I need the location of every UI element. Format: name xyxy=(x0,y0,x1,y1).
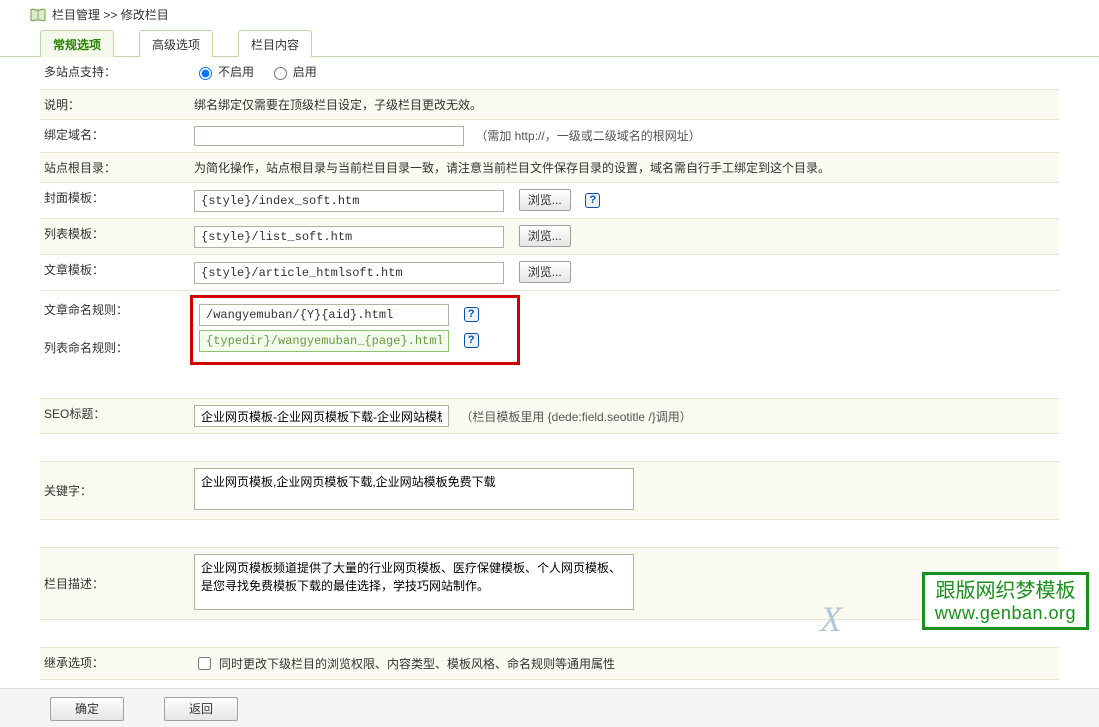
inherit-text: 同时更改下级栏目的浏览权限、内容类型、模板风格、命名规则等通用属性 xyxy=(219,655,615,672)
label-description: 栏目描述： xyxy=(40,548,190,620)
breadcrumb-main: 栏目管理 xyxy=(52,8,100,22)
article-rule-input[interactable] xyxy=(199,304,449,326)
confirm-button[interactable]: 确定 xyxy=(50,697,124,721)
label-article-rule: 文章命名规则： xyxy=(40,290,190,335)
tabs-row: 常规选项 高级选项 栏目内容 xyxy=(0,29,1099,57)
browse-cover-button[interactable]: 浏览... xyxy=(519,189,571,211)
label-cover-tpl: 封面模板： xyxy=(40,182,190,218)
form-table: 多站点支持： 不启用 启用 说明： 绑名绑定仅需要在顶级栏目设定，子级栏目更改无… xyxy=(40,57,1059,680)
label-list-rule: 列表命名规则： xyxy=(40,335,190,371)
radio-disable[interactable] xyxy=(199,67,212,80)
genban-badge: 跟版网织梦模板 www.genban.org xyxy=(922,572,1089,630)
help-icon[interactable]: ? xyxy=(464,333,479,348)
help-icon[interactable]: ? xyxy=(585,193,600,208)
label-article-tpl: 文章模板： xyxy=(40,254,190,290)
bottom-bar: 确定 返回 xyxy=(0,688,1099,727)
help-icon[interactable]: ? xyxy=(464,307,479,322)
tab-advanced-options[interactable]: 高级选项 xyxy=(139,30,213,57)
label-list-tpl: 列表模板： xyxy=(40,218,190,254)
bind-domain-input[interactable] xyxy=(194,126,464,146)
description-textarea[interactable] xyxy=(194,554,634,610)
label-keywords: 关键字： xyxy=(40,462,190,520)
breadcrumb: 栏目管理 >> 修改栏目 xyxy=(52,6,169,23)
list-tpl-input[interactable] xyxy=(194,226,504,248)
book-icon xyxy=(30,8,46,22)
radio-enable-wrap[interactable]: 启用 xyxy=(269,63,317,80)
label-multisite: 多站点支持： xyxy=(40,57,190,89)
inherit-checkbox[interactable] xyxy=(198,657,211,670)
breadcrumb-bar: 栏目管理 >> 修改栏目 xyxy=(0,0,1099,29)
radio-enable[interactable] xyxy=(274,67,287,80)
cover-tpl-input[interactable] xyxy=(194,190,504,212)
note-text: 绑名绑定仅需要在顶级栏目设定，子级栏目更改无效。 xyxy=(190,89,1059,119)
radio-enable-label: 启用 xyxy=(293,63,317,80)
breadcrumb-sub: 修改栏目 xyxy=(121,8,169,22)
domain-hint: （需加 http://，一级或二级域名的根网址） xyxy=(475,129,700,143)
tab-normal-options[interactable]: 常规选项 xyxy=(40,30,114,57)
watermark-text: X xyxy=(820,598,842,640)
label-site-root: 站点根目录： xyxy=(40,152,190,182)
tab-column-content[interactable]: 栏目内容 xyxy=(238,30,312,57)
highlight-box: ? ? xyxy=(190,295,520,365)
browse-list-button[interactable]: 浏览... xyxy=(519,225,571,247)
label-note: 说明： xyxy=(40,89,190,119)
inherit-checkbox-wrap[interactable]: 同时更改下级栏目的浏览权限、内容类型、模板风格、命名规则等通用属性 xyxy=(194,654,615,673)
article-tpl-input[interactable] xyxy=(194,262,504,284)
seo-title-input[interactable] xyxy=(194,405,449,427)
badge-line2: www.genban.org xyxy=(935,603,1076,625)
list-rule-input[interactable] xyxy=(199,330,449,352)
seo-hint: （栏目模板里用 {dede:field.seotitle /}调用） xyxy=(460,410,691,424)
label-seo-title: SEO标题： xyxy=(40,399,190,434)
breadcrumb-sep: >> xyxy=(103,8,117,22)
browse-article-button[interactable]: 浏览... xyxy=(519,261,571,283)
radio-disable-label: 不启用 xyxy=(218,63,254,80)
keywords-textarea[interactable] xyxy=(194,468,634,510)
back-button[interactable]: 返回 xyxy=(164,697,238,721)
radio-disable-wrap[interactable]: 不启用 xyxy=(194,63,254,80)
label-bind-domain: 绑定域名： xyxy=(40,119,190,152)
badge-line1: 跟版网织梦模板 xyxy=(935,579,1076,603)
site-root-text: 为简化操作，站点根目录与当前栏目目录一致，请注意当前栏目文件保存目录的设置，域名… xyxy=(190,152,1059,182)
label-inherit: 继承选项： xyxy=(40,648,190,680)
